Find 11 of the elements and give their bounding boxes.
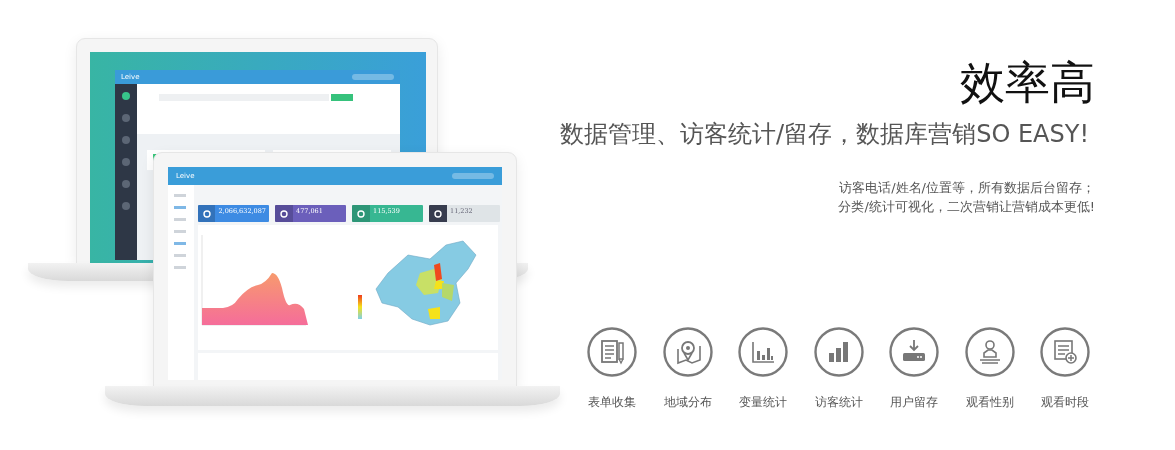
feature-label: 变量统计 (739, 394, 787, 411)
description-line: 访客电话/姓名/位置等，所有数据后台留存； (839, 179, 1095, 198)
feature-label: 用户留存 (890, 394, 938, 411)
description-line: 分类/统计可视化，二次营销让营销成本更低! (838, 198, 1095, 217)
feature-label: 地域分布 (663, 394, 712, 411)
feature-label: 观看时段 (1041, 394, 1089, 411)
feature-label: 访客统计 (814, 394, 863, 411)
feature-label: 观看性别 (965, 394, 1014, 411)
headline: 效率高 (960, 60, 1095, 105)
feature-label: 表单收集 (588, 394, 636, 411)
subtitle: 数据管理、访客统计/留存，数据库营销SO EASY! (560, 121, 1089, 148)
